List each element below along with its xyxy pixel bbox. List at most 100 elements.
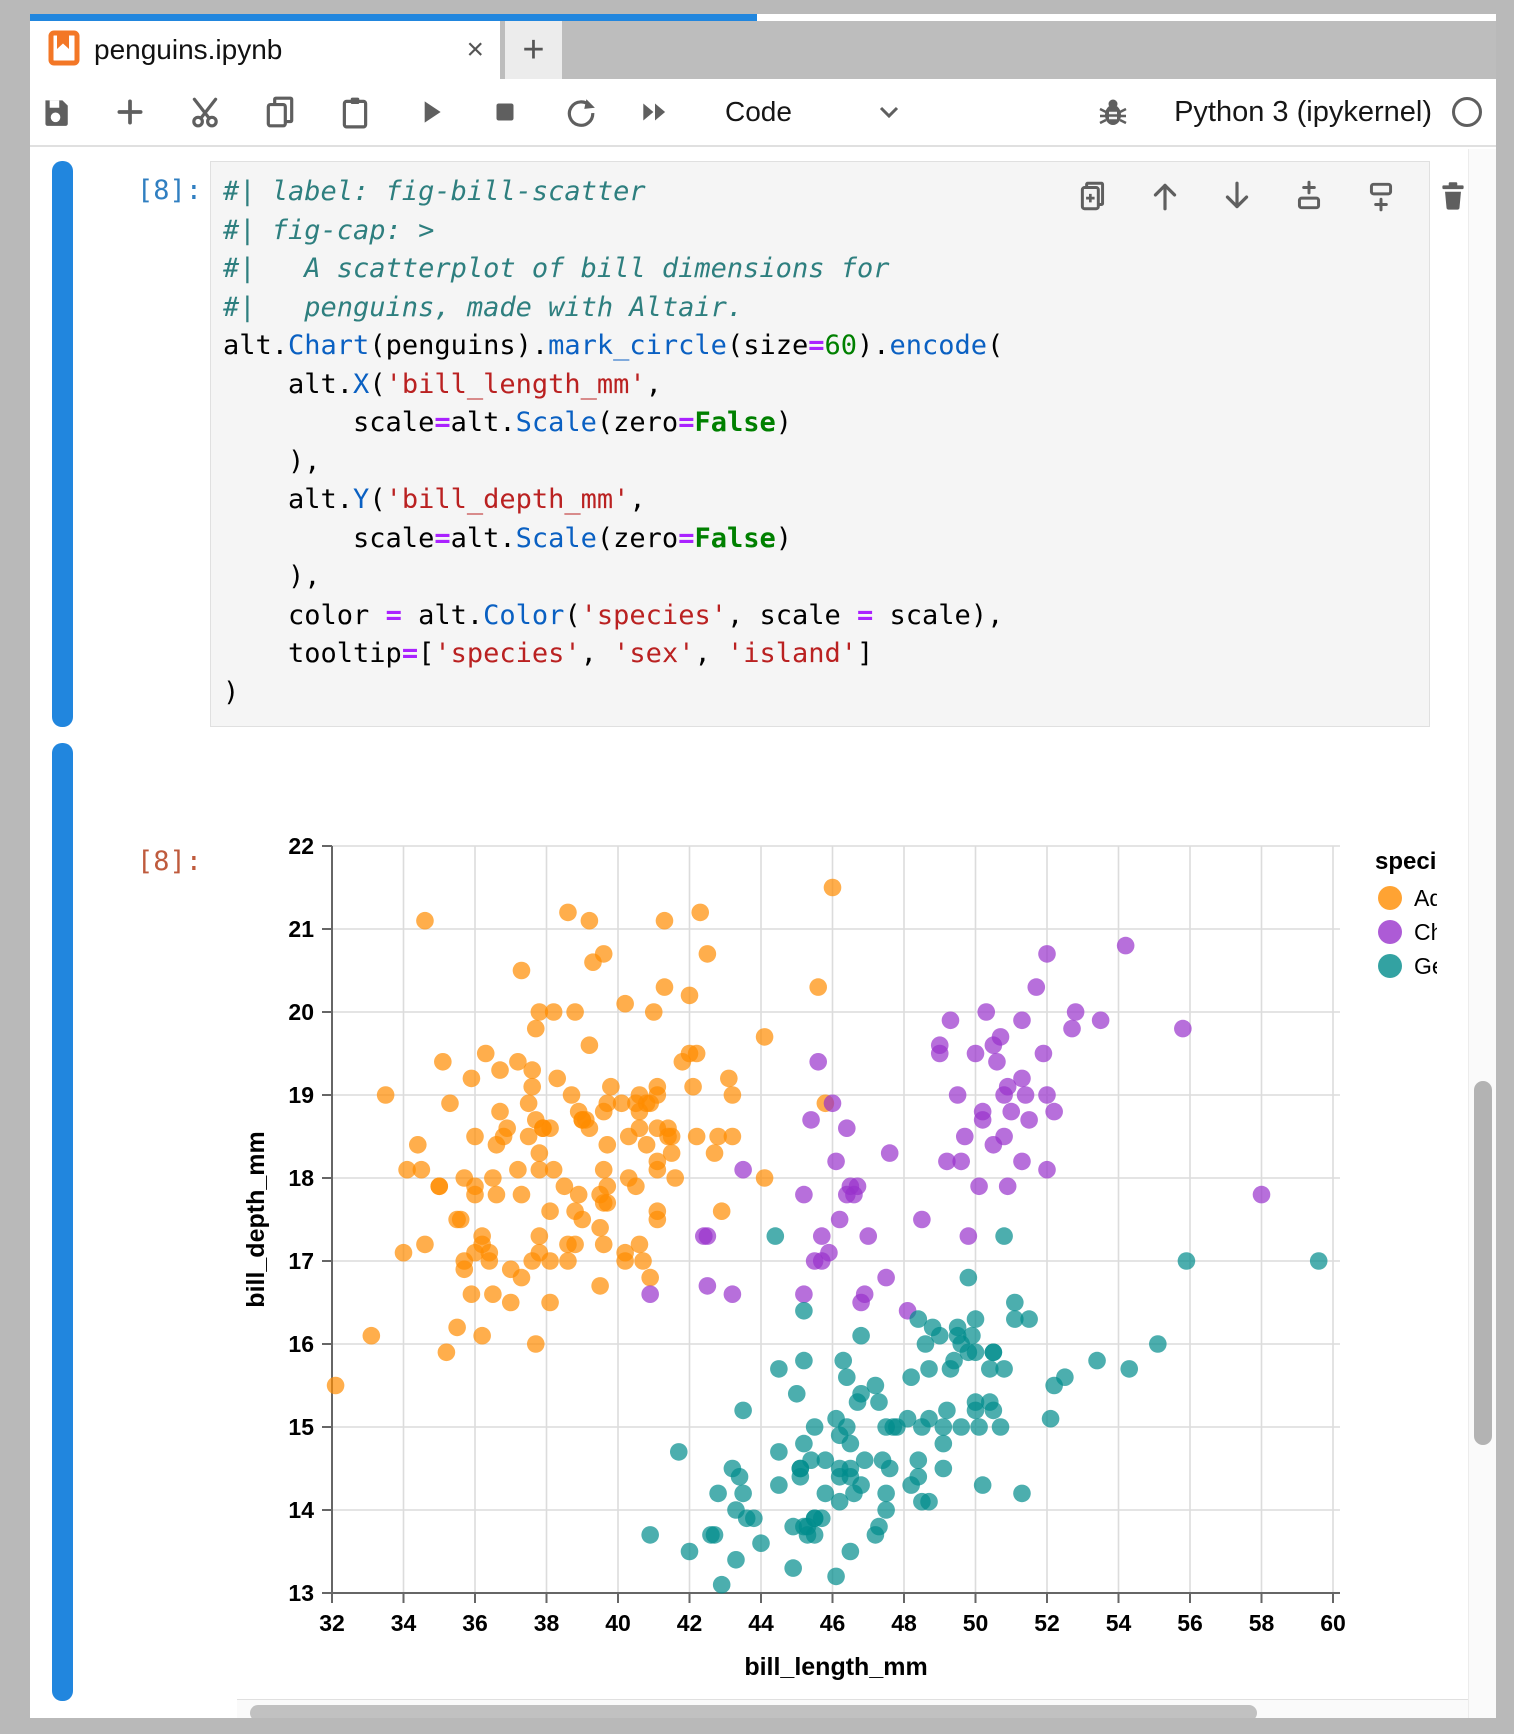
data-point-gentoo[interactable] bbox=[792, 1468, 810, 1486]
data-point-adelie[interactable] bbox=[663, 1128, 681, 1146]
data-point-adelie[interactable] bbox=[691, 904, 709, 922]
data-point-adelie[interactable] bbox=[484, 1285, 502, 1303]
data-point-adelie[interactable] bbox=[466, 1186, 484, 1204]
data-point-gentoo[interactable] bbox=[995, 1227, 1013, 1245]
data-point-adelie[interactable] bbox=[541, 1252, 559, 1270]
data-point-gentoo[interactable] bbox=[902, 1368, 920, 1386]
data-point-gentoo[interactable] bbox=[952, 1418, 970, 1436]
data-point-gentoo[interactable] bbox=[981, 1360, 999, 1378]
data-point-chinstrap[interactable] bbox=[988, 1053, 1006, 1071]
data-point-gentoo[interactable] bbox=[795, 1435, 813, 1453]
data-point-gentoo[interactable] bbox=[874, 1451, 892, 1469]
data-point-gentoo[interactable] bbox=[910, 1451, 928, 1469]
data-point-adelie[interactable] bbox=[541, 1202, 559, 1220]
data-point-gentoo[interactable] bbox=[1042, 1410, 1060, 1428]
data-point-adelie[interactable] bbox=[438, 1344, 456, 1362]
data-point-adelie[interactable] bbox=[523, 1252, 541, 1270]
data-point-gentoo[interactable] bbox=[806, 1510, 824, 1528]
data-point-gentoo[interactable] bbox=[838, 1368, 856, 1386]
data-point-gentoo[interactable] bbox=[784, 1559, 802, 1577]
move-cell-down-button[interactable] bbox=[1220, 179, 1254, 213]
data-point-gentoo[interactable] bbox=[770, 1443, 788, 1461]
data-point-gentoo[interactable] bbox=[856, 1451, 874, 1469]
data-point-gentoo[interactable] bbox=[770, 1360, 788, 1378]
stop-button[interactable] bbox=[488, 95, 522, 129]
data-point-adelie[interactable] bbox=[598, 1194, 616, 1212]
data-point-adelie[interactable] bbox=[466, 1244, 484, 1262]
data-point-adelie[interactable] bbox=[466, 1128, 484, 1146]
data-point-adelie[interactable] bbox=[531, 1161, 549, 1179]
data-point-chinstrap[interactable] bbox=[734, 1161, 752, 1179]
data-point-adelie[interactable] bbox=[473, 1327, 491, 1345]
data-point-adelie[interactable] bbox=[484, 1169, 502, 1187]
data-point-gentoo[interactable] bbox=[970, 1418, 988, 1436]
data-point-adelie[interactable] bbox=[327, 1377, 345, 1395]
data-point-adelie[interactable] bbox=[559, 904, 577, 922]
code-editor[interactable]: #| label: fig-bill-scatter#| fig-cap: >#… bbox=[211, 162, 1429, 712]
data-point-gentoo[interactable] bbox=[867, 1377, 885, 1395]
data-point-gentoo[interactable] bbox=[1120, 1360, 1138, 1378]
data-point-gentoo[interactable] bbox=[877, 1418, 895, 1436]
data-point-adelie[interactable] bbox=[513, 1186, 531, 1204]
data-point-adelie[interactable] bbox=[491, 1103, 509, 1121]
data-point-chinstrap[interactable] bbox=[1002, 1103, 1020, 1121]
data-point-gentoo[interactable] bbox=[877, 1485, 895, 1503]
data-point-gentoo[interactable] bbox=[935, 1460, 953, 1478]
data-point-chinstrap[interactable] bbox=[1067, 1003, 1085, 1021]
data-point-adelie[interactable] bbox=[477, 1045, 495, 1063]
data-point-adelie[interactable] bbox=[620, 1128, 638, 1146]
data-point-gentoo[interactable] bbox=[852, 1327, 870, 1345]
data-point-adelie[interactable] bbox=[556, 1178, 574, 1196]
data-point-adelie[interactable] bbox=[531, 1144, 549, 1162]
data-point-gentoo[interactable] bbox=[670, 1443, 688, 1461]
data-point-adelie[interactable] bbox=[688, 1045, 706, 1063]
data-point-adelie[interactable] bbox=[616, 995, 634, 1013]
insert-cell-above-button[interactable] bbox=[1292, 179, 1326, 213]
data-point-chinstrap[interactable] bbox=[795, 1285, 813, 1303]
cut-button[interactable] bbox=[188, 95, 222, 129]
data-point-chinstrap[interactable] bbox=[824, 1095, 842, 1113]
data-point-chinstrap[interactable] bbox=[699, 1277, 717, 1295]
data-point-chinstrap[interactable] bbox=[1117, 937, 1135, 955]
data-point-adelie[interactable] bbox=[509, 1053, 527, 1071]
data-point-chinstrap[interactable] bbox=[827, 1153, 845, 1171]
kernel-status-indicator[interactable] bbox=[1450, 95, 1484, 129]
data-point-gentoo[interactable] bbox=[935, 1418, 953, 1436]
data-point-chinstrap[interactable] bbox=[977, 1003, 995, 1021]
data-point-adelie[interactable] bbox=[724, 1128, 742, 1146]
data-point-chinstrap[interactable] bbox=[1038, 945, 1056, 963]
data-point-chinstrap[interactable] bbox=[838, 1119, 856, 1137]
data-point-gentoo[interactable] bbox=[795, 1302, 813, 1320]
data-point-gentoo[interactable] bbox=[831, 1493, 849, 1511]
data-point-adelie[interactable] bbox=[645, 1003, 663, 1021]
data-point-chinstrap[interactable] bbox=[1017, 1086, 1035, 1104]
data-point-gentoo[interactable] bbox=[745, 1510, 763, 1528]
data-point-adelie[interactable] bbox=[598, 1136, 616, 1154]
data-point-gentoo[interactable] bbox=[1178, 1252, 1196, 1270]
data-point-adelie[interactable] bbox=[513, 1269, 531, 1287]
data-point-adelie[interactable] bbox=[688, 1128, 706, 1146]
data-point-adelie[interactable] bbox=[502, 1294, 520, 1312]
data-point-adelie[interactable] bbox=[598, 1095, 616, 1113]
data-point-adelie[interactable] bbox=[656, 978, 674, 996]
move-cell-up-button[interactable] bbox=[1148, 179, 1182, 213]
data-point-gentoo[interactable] bbox=[727, 1501, 745, 1519]
data-point-gentoo[interactable] bbox=[877, 1501, 895, 1519]
data-point-chinstrap[interactable] bbox=[1045, 1103, 1063, 1121]
data-point-adelie[interactable] bbox=[513, 962, 531, 980]
data-point-chinstrap[interactable] bbox=[1020, 1111, 1038, 1129]
data-point-adelie[interactable] bbox=[598, 1178, 616, 1196]
data-point-gentoo[interactable] bbox=[842, 1435, 860, 1453]
data-point-adelie[interactable] bbox=[684, 1078, 702, 1096]
new-tab-button[interactable]: + bbox=[505, 21, 562, 79]
tab-penguins-ipynb[interactable]: penguins.ipynb × bbox=[30, 21, 500, 79]
data-point-adelie[interactable] bbox=[649, 1161, 667, 1179]
data-point-adelie[interactable] bbox=[563, 1086, 581, 1104]
data-point-chinstrap[interactable] bbox=[1174, 1020, 1192, 1038]
data-point-chinstrap[interactable] bbox=[952, 1153, 970, 1171]
data-point-gentoo[interactable] bbox=[795, 1352, 813, 1370]
data-point-chinstrap[interactable] bbox=[960, 1227, 978, 1245]
data-point-gentoo[interactable] bbox=[641, 1526, 659, 1544]
data-point-adelie[interactable] bbox=[527, 1335, 545, 1353]
data-point-adelie[interactable] bbox=[463, 1285, 481, 1303]
